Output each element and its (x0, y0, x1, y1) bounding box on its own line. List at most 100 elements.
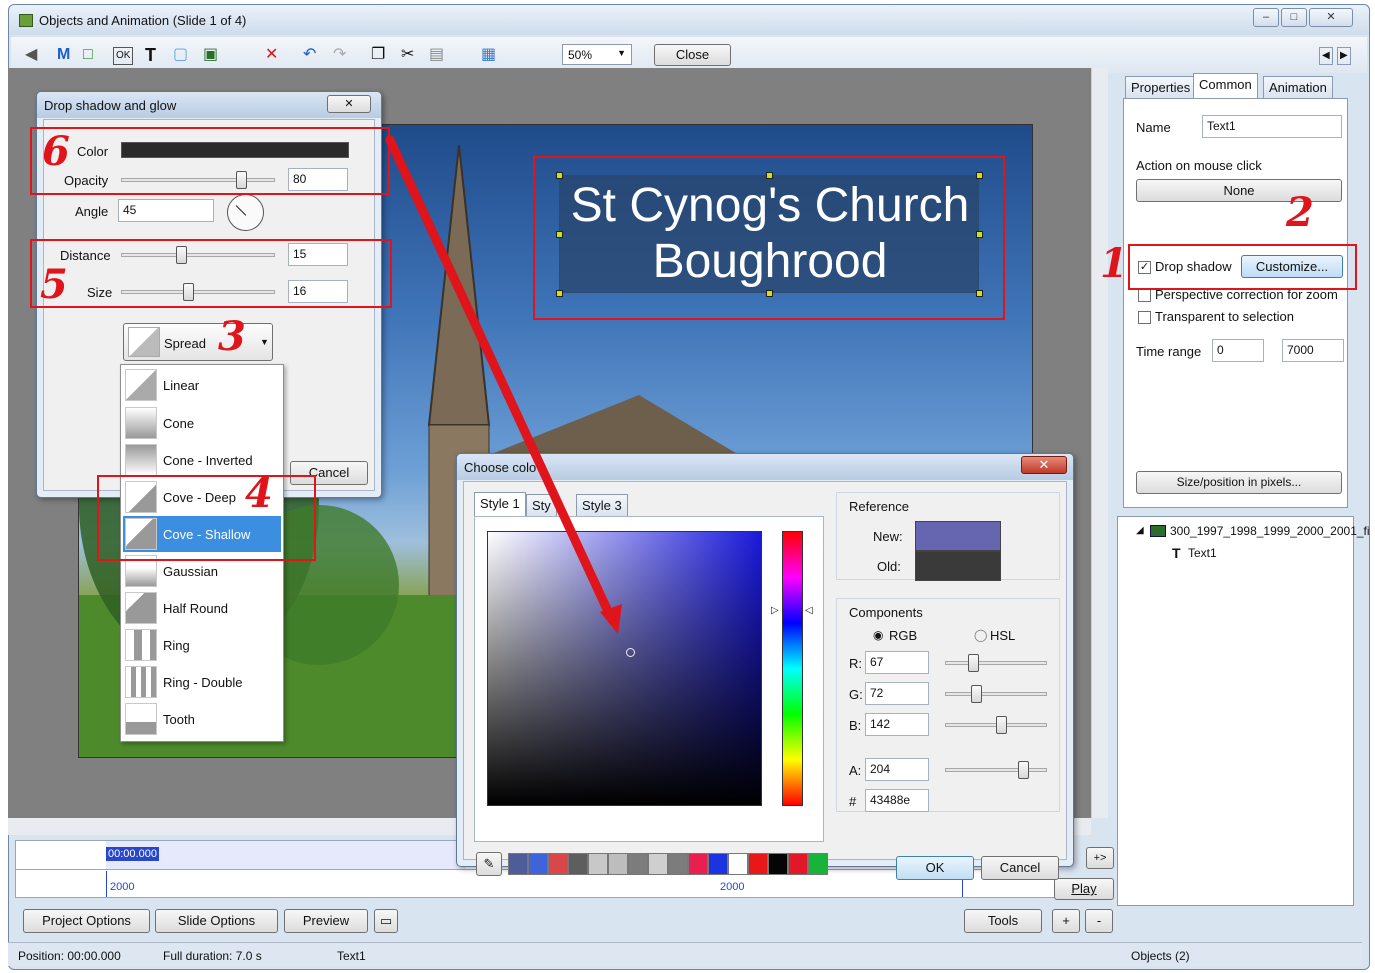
zoom-select[interactable]: 50% ▼ (562, 44, 632, 65)
scroll-left-icon[interactable]: ◀ (1319, 47, 1333, 65)
palette-swatch[interactable] (748, 853, 768, 875)
cone-inverted-icon (125, 444, 157, 476)
time-from-field[interactable]: 0 (1212, 339, 1264, 362)
dialog-close-icon[interactable]: ✕ (327, 95, 371, 113)
size-position-button[interactable]: Size/position in pixels... (1136, 471, 1342, 494)
close-window-button[interactable]: ✕ (1309, 8, 1353, 27)
name-field[interactable]: Text1 (1202, 115, 1342, 138)
menu-item-ring[interactable]: Ring (123, 627, 281, 663)
fullscreen-icon[interactable]: ▭ (374, 909, 398, 933)
preview-button[interactable]: Preview (284, 909, 368, 933)
vertical-scrollbar[interactable] (1091, 68, 1108, 818)
palette-swatch[interactable] (768, 853, 788, 875)
ok-button[interactable]: OK (896, 856, 974, 880)
tab-style2[interactable]: Sty (526, 494, 557, 516)
minimize-button[interactable]: – (1253, 8, 1279, 27)
menu-item-cone[interactable]: Cone (123, 405, 281, 441)
project-options-button[interactable]: Project Options (23, 909, 150, 933)
redo-icon[interactable]: ↷ (333, 47, 346, 63)
palette-swatch[interactable] (548, 853, 568, 875)
grid-icon[interactable]: ▦ (481, 47, 496, 63)
zoom-value: 50% (568, 48, 593, 62)
palette-swatch[interactable] (708, 853, 728, 875)
palette-swatch[interactable] (508, 853, 528, 875)
angle-dial[interactable] (227, 194, 264, 231)
g-slider[interactable] (945, 692, 1047, 696)
scroll-right-icon[interactable]: ▶ (1337, 47, 1351, 65)
tab-common[interactable]: Common (1193, 73, 1258, 98)
palette-swatch[interactable] (788, 853, 808, 875)
undo-icon[interactable]: ↶ (303, 47, 316, 63)
tools-button[interactable]: Tools (964, 909, 1042, 933)
zoom-out-button[interactable]: - (1085, 909, 1113, 933)
palette-swatch[interactable] (688, 853, 708, 875)
close-button[interactable]: Close (654, 44, 731, 66)
palette-swatch[interactable] (628, 853, 648, 875)
palette-swatch[interactable] (608, 853, 628, 875)
b-slider-thumb[interactable] (996, 716, 1007, 734)
tab-properties[interactable]: Properties (1125, 76, 1197, 98)
tab-style1[interactable]: Style 1 (474, 492, 526, 516)
delete-icon[interactable]: ✕ (265, 47, 278, 63)
camera-icon[interactable]: ◀ (25, 47, 37, 63)
paste-icon[interactable]: ▤ (429, 47, 444, 63)
rectangle-icon[interactable]: ▢ (173, 47, 188, 63)
palette-swatch[interactable] (728, 853, 748, 875)
palette-swatch[interactable] (648, 853, 668, 875)
mask-icon[interactable]: M (57, 47, 70, 63)
playhead[interactable] (106, 871, 107, 897)
cut-icon[interactable]: ✂ (401, 47, 414, 63)
g-slider-thumb[interactable] (971, 685, 982, 703)
hsl-radio[interactable]: ◯ (974, 628, 987, 642)
menu-item-ring-double[interactable]: Ring - Double (123, 664, 281, 700)
tree-text-item[interactable]: Text1 (1188, 546, 1217, 560)
tab-animation[interactable]: Animation (1263, 76, 1333, 98)
saturation-value-picker[interactable] (487, 531, 762, 806)
menu-item-linear[interactable]: Linear (123, 367, 281, 403)
a-field[interactable]: 204 (865, 758, 929, 781)
transparent-checkbox[interactable] (1138, 311, 1151, 324)
rgb-radio[interactable]: ◉ (873, 628, 883, 642)
maximize-button[interactable]: □ (1281, 8, 1307, 27)
color-dialog-close-icon[interactable]: ✕ (1021, 456, 1067, 474)
status-objects-count: Objects (2) (1131, 949, 1190, 963)
time-to-field[interactable]: 7000 (1282, 339, 1344, 362)
spread-dropdown[interactable]: Spread ▼ (123, 323, 273, 361)
perspective-checkbox[interactable] (1138, 289, 1151, 302)
eyedropper-icon[interactable]: ✎ (476, 852, 502, 876)
palette-swatch[interactable] (808, 853, 828, 875)
palette-swatch[interactable] (668, 853, 688, 875)
text-icon[interactable]: T (145, 46, 156, 64)
copy-icon[interactable]: ❐ (371, 47, 385, 63)
play-button[interactable]: Play (1054, 878, 1114, 900)
button-object-icon[interactable]: OK (113, 47, 134, 65)
tab-style3[interactable]: Style 3 (576, 494, 628, 516)
slide-options-button[interactable]: Slide Options (155, 909, 278, 933)
color-cursor[interactable] (626, 648, 635, 657)
g-field[interactable]: 72 (865, 682, 929, 705)
hue-slider[interactable] (782, 531, 803, 806)
angle-field[interactable]: 45 (118, 199, 214, 222)
tree-image-item[interactable]: 300_1997_1998_1999_2000_2001_fi (1170, 524, 1370, 538)
r-slider-thumb[interactable] (968, 654, 979, 672)
a-slider[interactable] (945, 768, 1047, 772)
expand-icon[interactable]: ◢ (1136, 525, 1144, 536)
palette-swatch[interactable] (588, 853, 608, 875)
menu-item-tooth[interactable]: Tooth (123, 701, 281, 737)
r-field[interactable]: 67 (865, 651, 929, 674)
b-field[interactable]: 142 (865, 713, 929, 736)
palette-swatch[interactable] (528, 853, 548, 875)
menu-item-half-round[interactable]: Half Round (123, 590, 281, 626)
transparent-label: Transparent to selection (1155, 309, 1294, 324)
hue-pointer-left-icon: ▷ (771, 605, 779, 616)
zoom-in-button[interactable]: + (1052, 909, 1080, 933)
hex-field[interactable]: 43488e (865, 789, 929, 812)
frame-icon[interactable]: □ (83, 47, 93, 63)
hue-pointer-right-icon: ◁ (805, 605, 813, 616)
add-keyframe-button[interactable]: +> (1086, 847, 1114, 869)
a-slider-thumb[interactable] (1018, 761, 1029, 779)
image-icon[interactable]: ▣ (203, 47, 218, 63)
r-slider[interactable] (945, 661, 1047, 665)
color-cancel-button[interactable]: Cancel (981, 856, 1059, 880)
palette-swatch[interactable] (568, 853, 588, 875)
